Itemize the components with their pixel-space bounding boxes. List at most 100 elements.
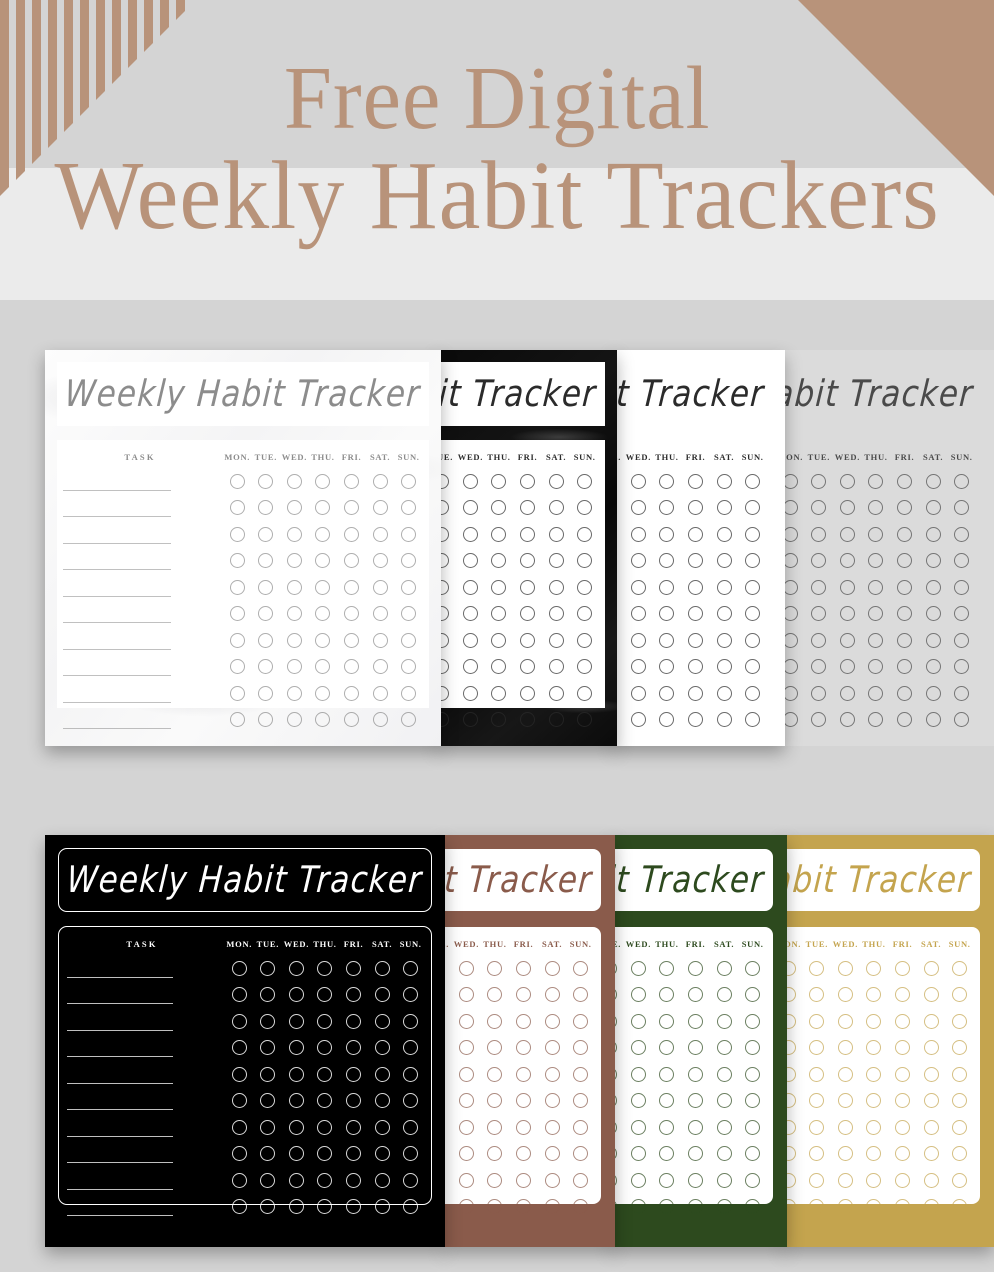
habit-checkbox[interactable] <box>458 1013 474 1029</box>
habit-checkbox[interactable] <box>346 987 362 1003</box>
habit-checkbox[interactable] <box>811 632 827 648</box>
task-line[interactable] <box>63 489 171 491</box>
habit-checkbox[interactable] <box>487 1040 503 1056</box>
habit-checkbox[interactable] <box>315 606 331 622</box>
habit-checkbox[interactable] <box>372 659 388 675</box>
habit-checkbox[interactable] <box>897 473 913 489</box>
habit-checkbox[interactable] <box>374 1066 390 1082</box>
habit-checkbox[interactable] <box>372 632 388 648</box>
habit-checkbox[interactable] <box>839 632 855 648</box>
habit-checkbox[interactable] <box>401 712 417 728</box>
habit-checkbox[interactable] <box>745 1199 761 1215</box>
habit-checkbox[interactable] <box>288 1119 304 1135</box>
habit-checkbox[interactable] <box>544 1066 560 1082</box>
habit-checkbox[interactable] <box>286 579 302 595</box>
habit-checkbox[interactable] <box>630 712 646 728</box>
habit-checkbox[interactable] <box>544 987 560 1003</box>
habit-checkbox[interactable] <box>895 1172 911 1188</box>
habit-checkbox[interactable] <box>782 712 798 728</box>
habit-checkbox[interactable] <box>462 712 478 728</box>
habit-checkbox[interactable] <box>809 1066 825 1082</box>
habit-checkbox[interactable] <box>231 960 247 976</box>
habit-checkbox[interactable] <box>491 632 507 648</box>
habit-checkbox[interactable] <box>868 606 884 622</box>
habit-checkbox[interactable] <box>837 1172 853 1188</box>
habit-checkbox[interactable] <box>258 712 274 728</box>
habit-checkbox[interactable] <box>520 685 536 701</box>
habit-checkbox[interactable] <box>952 960 968 976</box>
habit-checkbox[interactable] <box>630 1013 646 1029</box>
habit-checkbox[interactable] <box>346 1146 362 1162</box>
habit-checkbox[interactable] <box>372 500 388 516</box>
habit-checkbox[interactable] <box>782 606 798 622</box>
habit-checkbox[interactable] <box>782 579 798 595</box>
habit-checkbox[interactable] <box>288 1040 304 1056</box>
habit-checkbox[interactable] <box>260 987 276 1003</box>
habit-checkbox[interactable] <box>659 685 675 701</box>
habit-checkbox[interactable] <box>374 1199 390 1215</box>
habit-checkbox[interactable] <box>745 659 761 675</box>
habit-checkbox[interactable] <box>716 606 732 622</box>
habit-checkbox[interactable] <box>866 1172 882 1188</box>
habit-checkbox[interactable] <box>286 553 302 569</box>
habit-checkbox[interactable] <box>258 473 274 489</box>
habit-checkbox[interactable] <box>577 632 593 648</box>
habit-checkbox[interactable] <box>260 1199 276 1215</box>
habit-checkbox[interactable] <box>286 500 302 516</box>
habit-checkbox[interactable] <box>716 473 732 489</box>
habit-checkbox[interactable] <box>659 987 675 1003</box>
task-line[interactable] <box>63 516 171 518</box>
white-plain-tracker-card[interactable]: Weekly Habit TrackerTASKMON.TUE.WED.THU.… <box>613 350 785 746</box>
habit-checkbox[interactable] <box>548 659 564 675</box>
habit-checkbox[interactable] <box>344 579 360 595</box>
habit-checkbox[interactable] <box>923 1093 939 1109</box>
habit-checkbox[interactable] <box>716 960 732 976</box>
habit-checkbox[interactable] <box>403 1013 419 1029</box>
habit-checkbox[interactable] <box>659 526 675 542</box>
task-line[interactable] <box>67 1162 173 1164</box>
habit-checkbox[interactable] <box>688 1119 704 1135</box>
habit-checkbox[interactable] <box>745 960 761 976</box>
habit-checkbox[interactable] <box>231 1040 247 1056</box>
habit-checkbox[interactable] <box>573 1199 589 1215</box>
habit-checkbox[interactable] <box>716 553 732 569</box>
habit-checkbox[interactable] <box>403 1066 419 1082</box>
habit-checkbox[interactable] <box>577 579 593 595</box>
habit-checkbox[interactable] <box>659 1093 675 1109</box>
habit-checkbox[interactable] <box>317 1119 333 1135</box>
habit-checkbox[interactable] <box>745 500 761 516</box>
habit-checkbox[interactable] <box>688 1093 704 1109</box>
habit-checkbox[interactable] <box>782 685 798 701</box>
habit-checkbox[interactable] <box>811 579 827 595</box>
task-line[interactable] <box>67 976 173 978</box>
habit-checkbox[interactable] <box>229 579 245 595</box>
habit-checkbox[interactable] <box>520 606 536 622</box>
habit-checkbox[interactable] <box>374 1040 390 1056</box>
habit-checkbox[interactable] <box>837 1146 853 1162</box>
habit-checkbox[interactable] <box>548 526 564 542</box>
habit-checkbox[interactable] <box>745 987 761 1003</box>
habit-checkbox[interactable] <box>231 1172 247 1188</box>
habit-checkbox[interactable] <box>925 632 941 648</box>
habit-checkbox[interactable] <box>229 659 245 675</box>
habit-checkbox[interactable] <box>688 632 704 648</box>
habit-checkbox[interactable] <box>403 1093 419 1109</box>
habit-checkbox[interactable] <box>403 1040 419 1056</box>
habit-checkbox[interactable] <box>868 526 884 542</box>
habit-checkbox[interactable] <box>954 473 970 489</box>
task-line[interactable] <box>67 1056 173 1058</box>
habit-checkbox[interactable] <box>745 1013 761 1029</box>
habit-checkbox[interactable] <box>573 1066 589 1082</box>
habit-checkbox[interactable] <box>288 960 304 976</box>
habit-checkbox[interactable] <box>520 712 536 728</box>
habit-checkbox[interactable] <box>923 1013 939 1029</box>
habit-checkbox[interactable] <box>688 553 704 569</box>
habit-checkbox[interactable] <box>837 1013 853 1029</box>
habit-checkbox[interactable] <box>782 632 798 648</box>
habit-checkbox[interactable] <box>516 1013 532 1029</box>
habit-checkbox[interactable] <box>659 960 675 976</box>
habit-checkbox[interactable] <box>809 1146 825 1162</box>
habit-checkbox[interactable] <box>630 632 646 648</box>
habit-checkbox[interactable] <box>895 1066 911 1082</box>
habit-checkbox[interactable] <box>491 685 507 701</box>
